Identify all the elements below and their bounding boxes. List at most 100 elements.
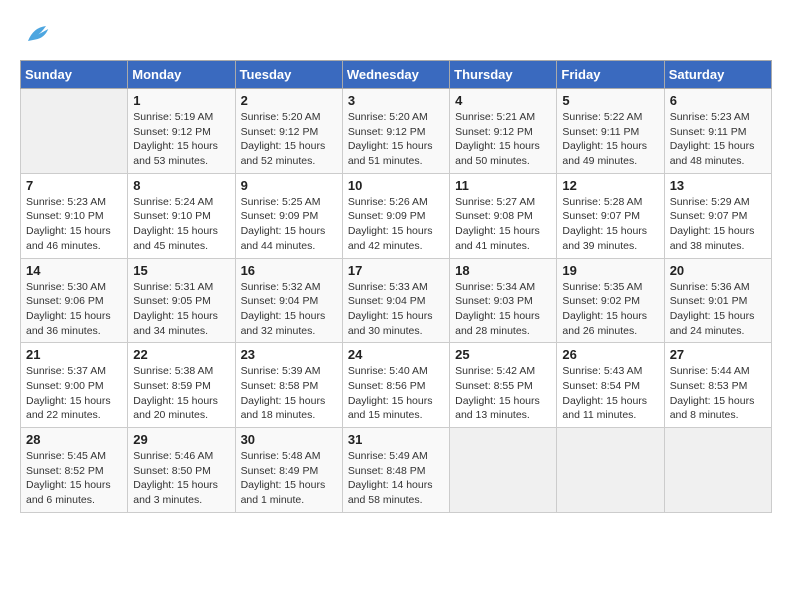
day-number: 15 (133, 263, 229, 278)
calendar-cell: 31Sunrise: 5:49 AM Sunset: 8:48 PM Dayli… (342, 428, 449, 513)
calendar-cell: 6Sunrise: 5:23 AM Sunset: 9:11 PM Daylig… (664, 89, 771, 174)
calendar-cell: 1 Sunrise: 5:19 AM Sunset: 9:12 PM Daylig… (128, 89, 235, 174)
day-number: 7 (26, 178, 122, 193)
day-number: 4 (455, 93, 551, 108)
day-number: 10 (348, 178, 444, 193)
day-info: Sunrise: 5:27 AM Sunset: 9:08 PM Dayligh… (455, 195, 551, 254)
calendar-cell: 12 Sunrise: 5:28 AM Sunset: 9:07 PM Dayli… (557, 173, 664, 258)
weekday-header-wednesday: Wednesday (342, 61, 449, 89)
day-info: Sunrise: 5:31 AM Sunset: 9:05 PM Dayligh… (133, 280, 229, 339)
day-info: Sunrise: 5:30 AM Sunset: 9:06 PM Dayligh… (26, 280, 122, 339)
calendar-cell: 11Sunrise: 5:27 AM Sunset: 9:08 PM Dayli… (450, 173, 557, 258)
week-row-3: 14 Sunrise: 5:30 AM Sunset: 9:06 PM Dayli… (21, 258, 772, 343)
calendar-table: SundayMondayTuesdayWednesdayThursdayFrid… (20, 60, 772, 513)
week-row-2: 7 Sunrise: 5:23 AM Sunset: 9:10 PM Daylig… (21, 173, 772, 258)
day-info: Sunrise: 5:25 AM Sunset: 9:09 PM Dayligh… (241, 195, 337, 254)
day-info: Sunrise: 5:26 AM Sunset: 9:09 PM Dayligh… (348, 195, 444, 254)
day-info: Sunrise: 5:24 AM Sunset: 9:10 PM Dayligh… (133, 195, 229, 254)
day-info: Sunrise: 5:45 AM Sunset: 8:52 PM Dayligh… (26, 449, 122, 508)
day-number: 24 (348, 347, 444, 362)
day-number: 8 (133, 178, 229, 193)
day-number: 29 (133, 432, 229, 447)
day-info: Sunrise: 5:49 AM Sunset: 8:48 PM Dayligh… (348, 449, 444, 508)
calendar-cell: 16Sunrise: 5:32 AM Sunset: 9:04 PM Dayli… (235, 258, 342, 343)
day-number: 18 (455, 263, 551, 278)
day-number: 5 (562, 93, 658, 108)
calendar-cell: 9Sunrise: 5:25 AM Sunset: 9:09 PM Daylig… (235, 173, 342, 258)
day-number: 3 (348, 93, 444, 108)
calendar-cell: 4 Sunrise: 5:21 AM Sunset: 9:12 PM Daylig… (450, 89, 557, 174)
day-info: Sunrise: 5:28 AM Sunset: 9:07 PM Dayligh… (562, 195, 658, 254)
day-info: Sunrise: 5:48 AM Sunset: 8:49 PM Dayligh… (241, 449, 337, 508)
calendar-cell: 24 Sunrise: 5:40 AM Sunset: 8:56 PM Dayli… (342, 343, 449, 428)
day-info: Sunrise: 5:38 AM Sunset: 8:59 PM Dayligh… (133, 364, 229, 423)
calendar-cell: 27 Sunrise: 5:44 AM Sunset: 8:53 PM Dayli… (664, 343, 771, 428)
day-number: 1 (133, 93, 229, 108)
calendar-cell: 19 Sunrise: 5:35 AM Sunset: 9:02 PM Dayli… (557, 258, 664, 343)
calendar-cell: 22 Sunrise: 5:38 AM Sunset: 8:59 PM Dayli… (128, 343, 235, 428)
day-number: 14 (26, 263, 122, 278)
day-info: Sunrise: 5:20 AM Sunset: 9:12 PM Dayligh… (241, 110, 337, 169)
weekday-header-monday: Monday (128, 61, 235, 89)
week-row-5: 28Sunrise: 5:45 AM Sunset: 8:52 PM Dayli… (21, 428, 772, 513)
day-info: Sunrise: 5:46 AM Sunset: 8:50 PM Dayligh… (133, 449, 229, 508)
day-info: Sunrise: 5:35 AM Sunset: 9:02 PM Dayligh… (562, 280, 658, 339)
day-info: Sunrise: 5:34 AM Sunset: 9:03 PM Dayligh… (455, 280, 551, 339)
day-number: 13 (670, 178, 766, 193)
day-info: Sunrise: 5:21 AM Sunset: 9:12 PM Dayligh… (455, 110, 551, 169)
day-info: Sunrise: 5:36 AM Sunset: 9:01 PM Dayligh… (670, 280, 766, 339)
calendar-cell: 15 Sunrise: 5:31 AM Sunset: 9:05 PM Dayli… (128, 258, 235, 343)
day-number: 21 (26, 347, 122, 362)
calendar-cell: 28Sunrise: 5:45 AM Sunset: 8:52 PM Dayli… (21, 428, 128, 513)
day-number: 30 (241, 432, 337, 447)
day-info: Sunrise: 5:19 AM Sunset: 9:12 PM Dayligh… (133, 110, 229, 169)
day-number: 6 (670, 93, 766, 108)
header (20, 20, 772, 50)
calendar-cell: 2 Sunrise: 5:20 AM Sunset: 9:12 PM Daylig… (235, 89, 342, 174)
weekday-header-saturday: Saturday (664, 61, 771, 89)
day-number: 26 (562, 347, 658, 362)
day-number: 23 (241, 347, 337, 362)
calendar-cell (557, 428, 664, 513)
day-info: Sunrise: 5:23 AM Sunset: 9:10 PM Dayligh… (26, 195, 122, 254)
calendar-cell (21, 89, 128, 174)
weekday-header-thursday: Thursday (450, 61, 557, 89)
calendar-cell: 30 Sunrise: 5:48 AM Sunset: 8:49 PM Dayli… (235, 428, 342, 513)
day-number: 20 (670, 263, 766, 278)
calendar-cell: 25Sunrise: 5:42 AM Sunset: 8:55 PM Dayli… (450, 343, 557, 428)
day-number: 27 (670, 347, 766, 362)
calendar-cell: 14 Sunrise: 5:30 AM Sunset: 9:06 PM Dayli… (21, 258, 128, 343)
calendar-cell: 29 Sunrise: 5:46 AM Sunset: 8:50 PM Dayli… (128, 428, 235, 513)
day-info: Sunrise: 5:33 AM Sunset: 9:04 PM Dayligh… (348, 280, 444, 339)
day-info: Sunrise: 5:40 AM Sunset: 8:56 PM Dayligh… (348, 364, 444, 423)
day-info: Sunrise: 5:39 AM Sunset: 8:58 PM Dayligh… (241, 364, 337, 423)
week-row-1: 1 Sunrise: 5:19 AM Sunset: 9:12 PM Daylig… (21, 89, 772, 174)
logo (20, 20, 52, 50)
day-info: Sunrise: 5:22 AM Sunset: 9:11 PM Dayligh… (562, 110, 658, 169)
day-info: Sunrise: 5:20 AM Sunset: 9:12 PM Dayligh… (348, 110, 444, 169)
calendar-cell: 13 Sunrise: 5:29 AM Sunset: 9:07 PM Dayli… (664, 173, 771, 258)
day-number: 19 (562, 263, 658, 278)
calendar-cell (664, 428, 771, 513)
day-number: 17 (348, 263, 444, 278)
calendar-cell: 18 Sunrise: 5:34 AM Sunset: 9:03 PM Dayli… (450, 258, 557, 343)
calendar-cell: 23 Sunrise: 5:39 AM Sunset: 8:58 PM Dayli… (235, 343, 342, 428)
day-number: 2 (241, 93, 337, 108)
day-info: Sunrise: 5:43 AM Sunset: 8:54 PM Dayligh… (562, 364, 658, 423)
calendar-cell: 7 Sunrise: 5:23 AM Sunset: 9:10 PM Daylig… (21, 173, 128, 258)
calendar-cell (450, 428, 557, 513)
week-row-4: 21Sunrise: 5:37 AM Sunset: 9:00 PM Dayli… (21, 343, 772, 428)
day-info: Sunrise: 5:29 AM Sunset: 9:07 PM Dayligh… (670, 195, 766, 254)
day-number: 22 (133, 347, 229, 362)
calendar-cell: 26 Sunrise: 5:43 AM Sunset: 8:54 PM Dayli… (557, 343, 664, 428)
calendar-cell: 17 Sunrise: 5:33 AM Sunset: 9:04 PM Dayli… (342, 258, 449, 343)
calendar-cell: 20 Sunrise: 5:36 AM Sunset: 9:01 PM Dayli… (664, 258, 771, 343)
calendar-cell: 5 Sunrise: 5:22 AM Sunset: 9:11 PM Daylig… (557, 89, 664, 174)
calendar-cell: 8 Sunrise: 5:24 AM Sunset: 9:10 PM Daylig… (128, 173, 235, 258)
calendar-cell: 21Sunrise: 5:37 AM Sunset: 9:00 PM Dayli… (21, 343, 128, 428)
weekday-header-friday: Friday (557, 61, 664, 89)
weekday-header-sunday: Sunday (21, 61, 128, 89)
weekday-header-tuesday: Tuesday (235, 61, 342, 89)
day-number: 12 (562, 178, 658, 193)
day-info: Sunrise: 5:44 AM Sunset: 8:53 PM Dayligh… (670, 364, 766, 423)
